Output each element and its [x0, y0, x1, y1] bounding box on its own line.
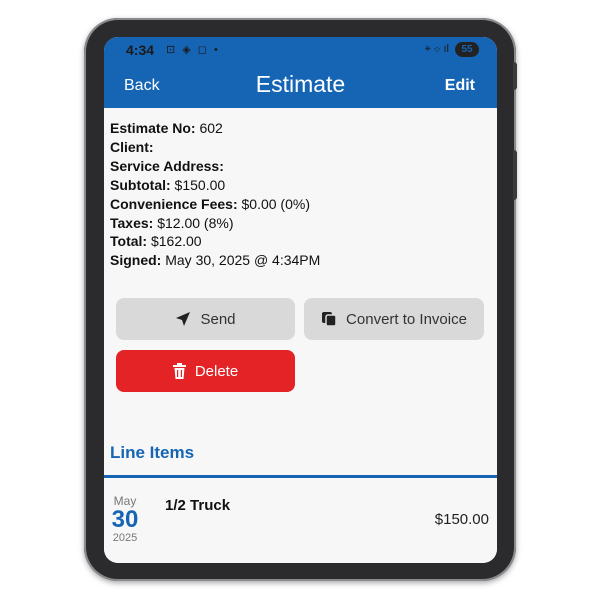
status-bar: 4:34 ⊡ ◈ ◻ • ⌖ ⌔ ıl 55	[104, 37, 497, 64]
convenience-fees-row: Convenience Fees: $0.00 (0%)	[110, 195, 320, 214]
send-icon	[176, 312, 191, 326]
subtotal-row: Subtotal: $150.00	[110, 176, 320, 195]
client-row: Client:	[110, 138, 320, 157]
convert-to-invoice-button[interactable]: Convert to Invoice	[304, 298, 484, 340]
item-name: 1/2 Truck	[165, 497, 231, 514]
signed-row: Signed: May 30, 2025 @ 4:34PM	[110, 251, 320, 270]
service-address-row: Service Address:	[110, 157, 320, 176]
convert-label: Convert to Invoice	[346, 310, 467, 328]
estimate-details: Estimate No: 602 Client: Service Address…	[110, 119, 320, 270]
convenience-fees-value: $0.00 (0%)	[241, 195, 310, 212]
line-items-heading: Line Items	[110, 443, 195, 462]
send-button[interactable]: Send	[116, 298, 295, 340]
location-wifi-signal-icon: ⌖ ⌔ ıl	[424, 43, 449, 55]
convenience-fees-label: Convenience Fees:	[110, 195, 238, 212]
subtotal-label: Subtotal:	[110, 176, 171, 193]
taxes-value: $12.00 (8%)	[157, 214, 234, 231]
signed-value: May 30, 2025 @ 4:34PM	[165, 252, 321, 269]
total-row: Total: $162.00	[110, 232, 320, 251]
send-label: Send	[200, 310, 236, 328]
power-button	[513, 150, 517, 200]
app-header: Back Estimate Edit	[104, 64, 497, 108]
edit-button[interactable]: Edit	[445, 77, 475, 95]
item-year: 2025	[112, 532, 138, 544]
trash-icon	[172, 363, 186, 379]
item-day: 30	[111, 506, 139, 533]
app-screen: 4:34 ⊡ ◈ ◻ • ⌖ ⌔ ıl 55 Back Estimate Edi…	[104, 37, 497, 563]
page-title: Estimate	[255, 71, 346, 97]
delete-label: Delete	[194, 362, 239, 380]
notification-icons: ⊡ ◈ ◻ •	[166, 44, 220, 56]
estimate-no-label: Estimate No:	[110, 120, 196, 136]
list-item[interactable]: May 30 2025 1/2 Truck $150.00	[104, 478, 497, 563]
client-label: Client:	[110, 138, 154, 155]
signed-label: Signed:	[110, 252, 162, 269]
taxes-row: Taxes: $12.00 (8%)	[110, 214, 320, 233]
service-address-label: Service Address:	[110, 157, 224, 174]
taxes-label: Taxes:	[110, 214, 154, 231]
estimate-no-value: 602	[199, 120, 223, 136]
estimate-no-row: Estimate No: 602	[110, 119, 320, 138]
total-value: $162.00	[150, 233, 202, 250]
total-label: Total:	[110, 233, 148, 250]
copy-icon	[322, 312, 337, 327]
system-icons: ⌖ ⌔ ıl 55	[425, 42, 479, 57]
battery-icon: 55	[455, 42, 479, 57]
volume-button	[513, 62, 517, 90]
item-date: May 30 2025	[110, 494, 140, 544]
status-time: 4:34	[126, 42, 155, 58]
delete-button[interactable]: Delete	[116, 350, 295, 392]
subtotal-value: $150.00	[174, 176, 226, 193]
item-price: $150.00	[434, 511, 489, 528]
